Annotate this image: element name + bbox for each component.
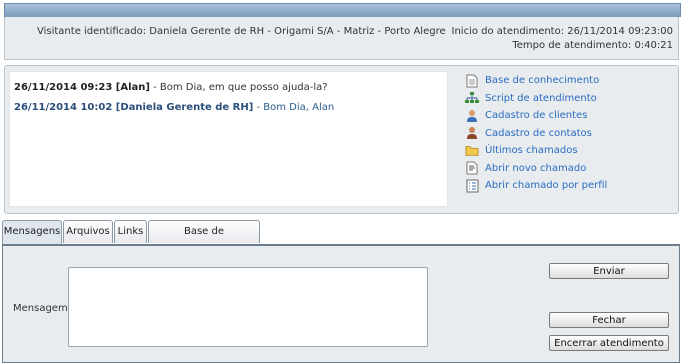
document-icon (465, 74, 479, 88)
link-base-conhecimento[interactable]: Base de conhecimento (465, 72, 675, 90)
chat-message: 26/11/2014 10:02 [Daniela Gerente de RH]… (14, 102, 334, 113)
link-abrir-chamado-perfil[interactable]: Abrir chamado por perfil (465, 177, 675, 195)
tab-mensagens[interactable]: Mensagens (2, 220, 62, 245)
link-ultimos-chamados[interactable]: Últimos chamados (465, 142, 675, 160)
end-session-button[interactable]: Encerrar atendimento (549, 335, 669, 351)
chat-message: 26/11/2014 09:23 [Alan] - Bom Dia, em qu… (14, 82, 328, 93)
contact-icon (465, 126, 479, 140)
close-button[interactable]: Fechar (549, 312, 669, 328)
title-bar (4, 3, 681, 17)
message-input[interactable] (68, 267, 428, 347)
link-cadastro-clientes[interactable]: Cadastro de clientes (465, 107, 675, 125)
link-label: Cadastro de clientes (485, 110, 588, 122)
tab-links[interactable]: Links (114, 220, 147, 243)
message-text: - Bom Dia, em que posso ajuda-la? (149, 82, 328, 93)
link-label: Script de atendimento (485, 92, 597, 104)
message-author-stamp: 26/11/2014 09:23 [Alan] (14, 82, 150, 93)
elapsed-time: Tempo de atendimento: 0:40:21 (512, 40, 673, 51)
user-icon (465, 109, 479, 123)
message-label: Mensagem: (13, 303, 72, 314)
form-list-icon (465, 179, 479, 193)
info-bar: Visitante identificado: Daniela Gerente … (4, 17, 679, 60)
link-label: Abrir chamado por perfil (485, 180, 608, 192)
tab-base-conhecimento[interactable]: Base de conhecimento (148, 220, 260, 259)
send-button[interactable]: Enviar (549, 263, 669, 279)
link-label: Cadastro de contatos (485, 127, 592, 139)
visitor-info: Visitante identificado: Daniela Gerente … (37, 26, 446, 37)
link-label: Abrir novo chamado (485, 162, 587, 174)
chat-panel: 26/11/2014 09:23 [Alan] - Bom Dia, em qu… (4, 65, 679, 214)
start-time: Inicio do atendimento: 26/11/2014 09:23:… (451, 26, 674, 37)
new-document-icon (465, 161, 479, 175)
link-label: Base de conhecimento (485, 75, 600, 87)
folder-icon (465, 144, 479, 158)
quick-links: Base de conhecimento Script de atendimen… (465, 72, 675, 195)
link-label: Últimos chamados (485, 145, 578, 157)
message-author-stamp: 26/11/2014 10:02 [Daniela Gerente de RH] (14, 102, 254, 113)
link-script-atendimento[interactable]: Script de atendimento (465, 90, 675, 108)
message-text: - Bom Dia, Alan (253, 102, 335, 113)
compose-panel: Mensagem: Enviar Fechar Encerrar atendim… (2, 244, 680, 363)
link-cadastro-contatos[interactable]: Cadastro de contatos (465, 125, 675, 143)
link-abrir-novo-chamado[interactable]: Abrir novo chamado (465, 160, 675, 178)
sitemap-icon (465, 91, 479, 105)
tab-arquivos[interactable]: Arquivos (63, 220, 113, 243)
chat-log: 26/11/2014 09:23 [Alan] - Bom Dia, em qu… (9, 71, 448, 207)
